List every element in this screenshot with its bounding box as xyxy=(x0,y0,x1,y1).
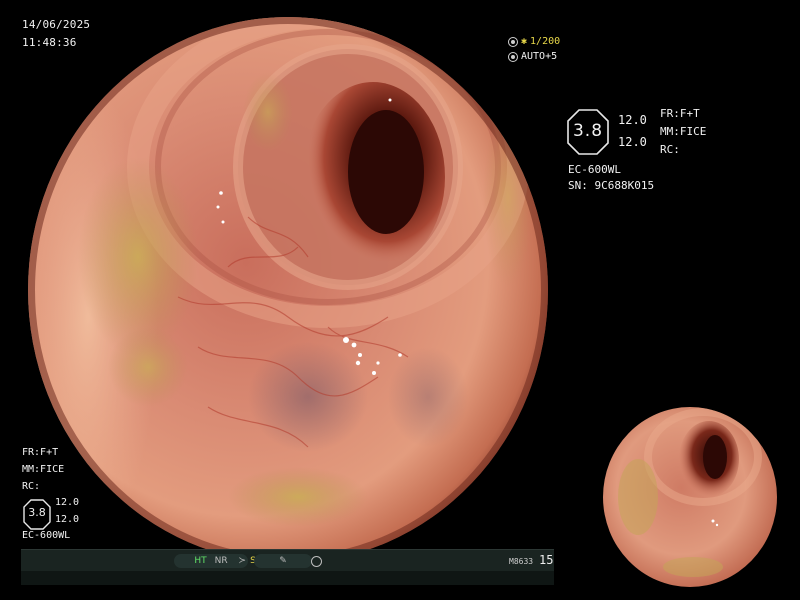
left-fr-mode: FR:F+T xyxy=(22,447,59,458)
record-icon xyxy=(310,555,322,567)
time-text: 11:48:36 xyxy=(22,36,77,49)
se-icon: ≻ xyxy=(238,556,247,566)
nr-label: NR xyxy=(214,556,228,566)
thumbnail-image xyxy=(603,407,777,587)
pen-icon: ✎ xyxy=(279,556,287,566)
status-subbar xyxy=(21,571,554,585)
endoscopy-main-view xyxy=(28,17,548,563)
left-value-a: 12.0 xyxy=(55,497,80,508)
left-value-b: 12.0 xyxy=(55,514,80,525)
shutter-speed: 1/200 xyxy=(530,36,561,47)
right-info-panel: 3.8 12.0 12.0 FR:F+T MM:FICE RC: EC-600W… xyxy=(567,103,787,203)
value-b: 12.0 xyxy=(618,135,647,149)
mode-list: FR:F+T MM:FICE RC: xyxy=(660,105,706,159)
shutter-icon xyxy=(508,36,518,47)
fr-mode: FR:F+T xyxy=(660,107,700,120)
status-id: M8633 xyxy=(509,557,534,566)
auto-exposure: AUTO+5 xyxy=(521,51,558,62)
datetime-overlay: 14/06/2025 11:48:36 xyxy=(22,16,90,52)
left-mm-mode: MM:FICE xyxy=(22,464,65,475)
date-text: 14/06/2025 xyxy=(22,18,91,31)
ht-label: HT xyxy=(194,556,207,566)
zoom-value: 3.8 xyxy=(572,121,604,141)
auto-icon xyxy=(508,51,518,62)
shutter-status: ✱ 1/200 AUTO+5 xyxy=(508,34,560,64)
scope-serial: SN: 9C688K015 xyxy=(568,179,655,192)
status-bar: HT NR ≻ SE ✎ M8633 15 xyxy=(21,549,554,572)
left-zoom-value: 3.8 xyxy=(28,506,46,519)
left-scope-model: EC-600WL xyxy=(22,530,71,541)
endoscopy-image xyxy=(28,17,548,563)
mm-mode: MM:FICE xyxy=(660,125,707,138)
value-a: 12.0 xyxy=(618,113,647,127)
rc-mode: RC: xyxy=(660,143,680,156)
scope-info: EC-600WL SN: 9C688K015 xyxy=(568,162,654,194)
endoscopy-thumbnail[interactable] xyxy=(603,407,777,587)
status-counter: 15 xyxy=(539,553,554,567)
scope-model: EC-600WL xyxy=(568,163,621,176)
record-segment[interactable] xyxy=(293,554,339,568)
left-rc-mode: RC: xyxy=(22,481,41,492)
left-mode-list: FR:F+T MM:FICE RC: xyxy=(22,444,64,495)
